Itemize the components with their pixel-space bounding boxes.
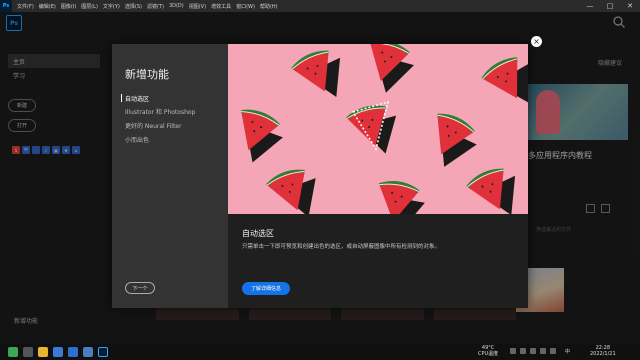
menu-help[interactable]: 帮助(H) — [260, 3, 278, 10]
system-tray — [510, 348, 556, 354]
menu-edit[interactable]: 编辑(E) — [39, 3, 56, 10]
feature-preview-image — [228, 44, 528, 214]
tray-icon[interactable] — [520, 348, 526, 354]
menu-view[interactable]: 视图(V) — [189, 3, 206, 10]
menu-window[interactable]: 窗口(W) — [236, 3, 255, 10]
dialog-title: 新增功能 — [125, 68, 169, 81]
menu-select[interactable]: 选择(S) — [125, 3, 142, 10]
menu-plugins[interactable]: 增效工具 — [211, 3, 231, 10]
tray-icon[interactable] — [510, 348, 516, 354]
close-window-button[interactable]: ✕ — [620, 0, 640, 12]
photoshop-taskbar-icon[interactable] — [98, 347, 108, 357]
menu-file[interactable]: 文件(F) — [17, 3, 34, 10]
window-controls: — □ ✕ — [580, 0, 640, 12]
app2-icon[interactable] — [83, 347, 93, 357]
menu-layer[interactable]: 图层(L) — [81, 3, 98, 10]
browser-icon[interactable] — [53, 347, 63, 357]
learn-more-button[interactable]: 了解详细信息 — [242, 282, 290, 295]
folder-icon[interactable] — [38, 347, 48, 357]
maximize-button[interactable]: □ — [600, 0, 620, 12]
next-button[interactable]: 下一个 — [125, 282, 155, 294]
store-icon[interactable] — [23, 347, 33, 357]
close-icon[interactable]: × — [531, 36, 542, 47]
taskbar: 49°C CPU温度 中 22:28 2022/1/21 — [0, 344, 640, 360]
wechat-icon[interactable] — [8, 347, 18, 357]
minimize-button[interactable]: — — [580, 0, 600, 12]
app-icon[interactable] — [68, 347, 78, 357]
ps-menu-logo: Ps — [0, 0, 12, 12]
menu-3d[interactable]: 3D(D) — [169, 3, 184, 9]
feature-small-tweaks[interactable]: 小而出色 — [125, 135, 149, 144]
menu-bar: Ps 文件(F) 编辑(E) 图像(I) 图层(L) 文字(Y) 选择(S) 滤… — [0, 0, 640, 12]
clock[interactable]: 22:28 2022/1/21 — [590, 345, 616, 357]
ime-indicator[interactable]: 中 — [565, 348, 570, 355]
menu-image[interactable]: 图像(I) — [61, 3, 76, 10]
clock-date: 2022/1/21 — [590, 351, 616, 357]
volume-icon[interactable] — [540, 348, 546, 354]
feature-heading: 自动选区 — [242, 229, 274, 238]
dialog-sidebar: 新增功能 自动选区 Illustrator 和 Photoshop 更好的 Ne… — [112, 44, 228, 308]
feature-auto-select[interactable]: 自动选区 — [120, 94, 149, 103]
feature-detail: 自动选区 只需单击一下即可预览和创建出色的选区，或自动屏蔽图像中所有检测到的对象… — [228, 214, 528, 308]
feature-description: 只需单击一下即可预览和创建出色的选区，或自动屏蔽图像中所有检测到的对象。 — [242, 244, 441, 250]
menu-type[interactable]: 文字(Y) — [103, 3, 120, 10]
network-icon[interactable] — [530, 348, 536, 354]
whats-new-dialog: 新增功能 自动选区 Illustrator 和 Photoshop 更好的 Ne… — [112, 44, 528, 308]
feature-neural-filter[interactable]: 更好的 Neural Filter — [125, 121, 181, 130]
taskbar-apps — [8, 347, 108, 357]
battery-icon[interactable] — [550, 348, 556, 354]
cpu-temp: 49°C CPU温度 — [478, 345, 498, 357]
menu-filter[interactable]: 滤镜(T) — [147, 3, 164, 10]
feature-illustrator[interactable]: Illustrator 和 Photoshop — [125, 107, 195, 116]
cpu-temp-label: CPU温度 — [478, 351, 499, 357]
